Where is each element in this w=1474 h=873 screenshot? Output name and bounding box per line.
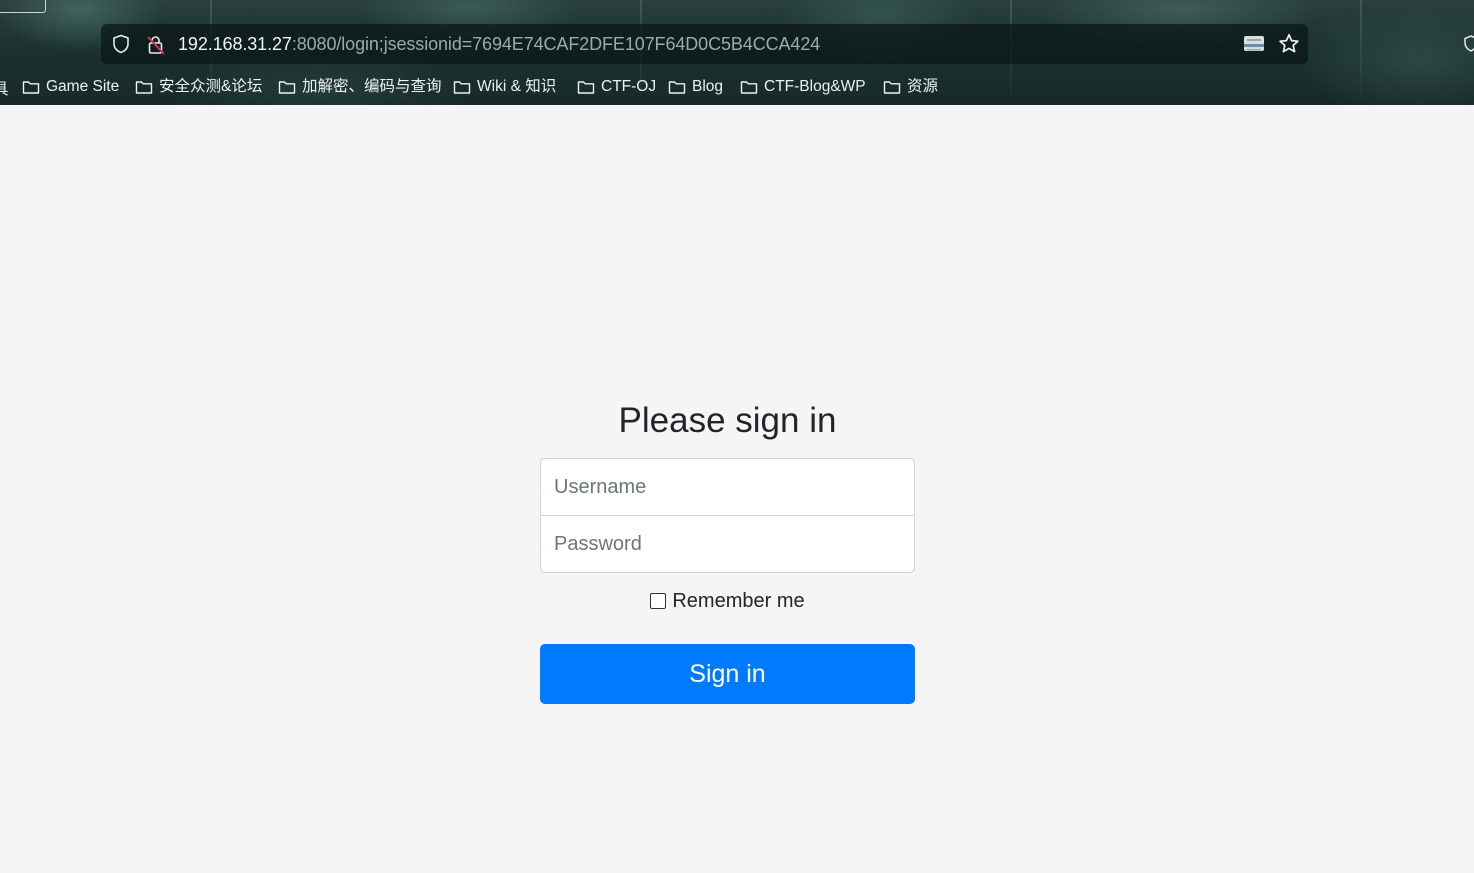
remember-me-toggle[interactable]: Remember me: [650, 589, 805, 613]
bookmark-folder-ctf-oj[interactable]: CTF-OJ: [577, 76, 656, 98]
url-text[interactable]: 192.168.31.27:8080/login;jsessionid=7694…: [178, 33, 820, 55]
folder-icon: [135, 81, 153, 94]
bookmark-folder-wiki[interactable]: Wiki & 知识: [453, 76, 556, 98]
bookmark-folder-security-forums[interactable]: 安全众测&论坛: [135, 76, 262, 98]
bookmark-folder-blog[interactable]: Blog: [668, 76, 723, 98]
folder-icon: [453, 81, 471, 94]
bookmark-label: 安全众测&论坛: [159, 78, 263, 95]
bookmark-folder-game-site[interactable]: Game Site: [22, 76, 119, 98]
shield-icon[interactable]: [111, 34, 131, 54]
folder-icon: [740, 81, 758, 94]
folder-icon: [278, 81, 296, 94]
page-content: Please sign in Remember me Sign in: [0, 105, 1474, 873]
signin-form: Please sign in Remember me Sign in: [540, 395, 915, 704]
insecure-lock-icon[interactable]: [145, 34, 167, 56]
remember-me-label: Remember me: [672, 590, 805, 612]
reader-view-icon[interactable]: [1242, 33, 1266, 55]
bookmark-folder-crypto-encoding[interactable]: 加解密、编码与查询: [278, 76, 442, 98]
password-input[interactable]: [540, 515, 915, 573]
bookmark-folder-ctf-blog-wp[interactable]: CTF-Blog&WP: [740, 76, 866, 98]
browser-toolbar: 192.168.31.27:8080/login;jsessionid=7694…: [0, 0, 1474, 105]
tab-edge[interactable]: [0, 0, 46, 13]
bookmark-folder-resources[interactable]: 资源: [883, 76, 938, 98]
username-input[interactable]: [540, 458, 915, 516]
remember-me-checkbox[interactable]: [650, 593, 667, 609]
bookmark-label: 加解密、编码与查询: [302, 78, 442, 95]
remember-me-row: Remember me: [540, 589, 915, 615]
address-bar[interactable]: 192.168.31.27:8080/login;jsessionid=7694…: [101, 24, 1308, 64]
url-host: 192.168.31.27: [178, 34, 292, 54]
bookmark-label: Game Site: [46, 78, 120, 95]
url-path: :8080/login;jsessionid=7694E74CAF2DFE107…: [291, 34, 821, 54]
bookmark-label: Wiki & 知识: [477, 78, 557, 95]
folder-icon: [883, 81, 901, 94]
bookmark-label: CTF-OJ: [601, 78, 657, 95]
page-title: Please sign in: [618, 401, 837, 440]
sign-in-button[interactable]: Sign in: [540, 644, 915, 704]
folder-icon: [22, 81, 40, 94]
bookmark-label: Blog: [692, 78, 724, 95]
folder-icon: [577, 81, 595, 94]
bookmark-label[interactable]: 具: [0, 77, 9, 99]
bookmark-label: CTF-Blog&WP: [764, 78, 866, 95]
bookmark-star-icon[interactable]: [1277, 32, 1301, 56]
bookmark-label: 资源: [907, 78, 939, 95]
shield-icon[interactable]: [1464, 34, 1474, 52]
folder-icon: [668, 81, 686, 94]
bookmarks-toolbar: 具 Game Site 安全众测&论坛 加解密、编码与查询 Wiki & 知识 …: [0, 74, 1474, 100]
